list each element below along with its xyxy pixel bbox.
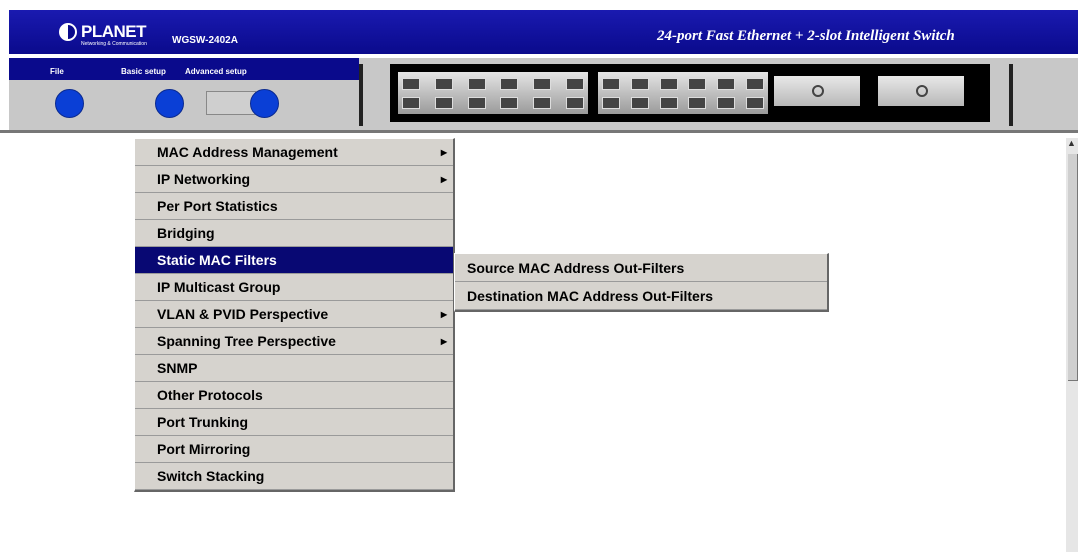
menu-item-label: Spanning Tree Perspective bbox=[157, 333, 336, 349]
menu-item-label: Other Protocols bbox=[157, 387, 263, 403]
toolbar-blank-slot bbox=[206, 91, 256, 115]
basic-setup-menu-label[interactable]: Basic setup bbox=[121, 67, 166, 76]
brand-logo-subtitle: Networking & Communication bbox=[81, 41, 147, 47]
port-icon[interactable] bbox=[500, 96, 519, 109]
port-group-2 bbox=[598, 72, 768, 114]
port-icon[interactable] bbox=[402, 96, 420, 109]
menu-item-label: IP Multicast Group bbox=[157, 279, 281, 295]
toolbar-menu-strip: File Basic setup Advanced setup bbox=[9, 58, 359, 80]
port-icon[interactable] bbox=[659, 77, 678, 90]
advanced-setup-menu-label[interactable]: Advanced setup bbox=[185, 67, 247, 76]
port-icon[interactable] bbox=[565, 96, 584, 109]
switch-front-panel bbox=[390, 64, 990, 122]
port-icon[interactable] bbox=[434, 96, 453, 109]
port-icon[interactable] bbox=[745, 77, 764, 90]
menu-item-label: Switch Stacking bbox=[157, 468, 265, 484]
planet-logo-icon bbox=[59, 23, 77, 41]
port-icon[interactable] bbox=[745, 96, 764, 109]
menu-item-ip-networking[interactable]: IP Networking ▶ bbox=[135, 166, 453, 193]
header-bottom-rule bbox=[0, 130, 1078, 133]
port-icon[interactable] bbox=[467, 77, 486, 90]
module-slot-1[interactable] bbox=[774, 76, 860, 106]
menu-item-vlan-pvid-perspective[interactable]: VLAN & PVID Perspective ▶ bbox=[135, 301, 453, 328]
model-name: WGSW-2402A bbox=[172, 35, 238, 46]
slot-ring-icon bbox=[812, 85, 824, 97]
menu-item-bridging[interactable]: Bridging bbox=[135, 220, 453, 247]
vertical-scrollbar[interactable]: ▲ bbox=[1066, 138, 1078, 552]
port-icon[interactable] bbox=[467, 96, 486, 109]
menu-item-ip-multicast-group[interactable]: IP Multicast Group bbox=[135, 274, 453, 301]
basic-setup-button[interactable] bbox=[155, 89, 184, 118]
submenu-item-source-mac-out-filters[interactable]: Source MAC Address Out-Filters bbox=[455, 254, 827, 282]
menu-item-label: Port Mirroring bbox=[157, 441, 251, 457]
port-icon[interactable] bbox=[602, 77, 620, 90]
menu-item-label: VLAN & PVID Perspective bbox=[157, 306, 329, 322]
menu-item-label: MAC Address Management bbox=[157, 144, 338, 160]
scrollbar-thumb[interactable] bbox=[1068, 154, 1078, 381]
toolbar-divider bbox=[359, 64, 363, 126]
menu-item-label: SNMP bbox=[157, 360, 198, 376]
menu-item-label: Static MAC Filters bbox=[157, 252, 277, 268]
port-icon[interactable] bbox=[533, 77, 552, 90]
port-icon[interactable] bbox=[565, 77, 584, 90]
submenu-item-label: Source MAC Address Out-Filters bbox=[467, 260, 685, 276]
menu-item-label: Per Port Statistics bbox=[157, 198, 278, 214]
menu-item-static-mac-filters[interactable]: Static MAC Filters bbox=[135, 247, 453, 274]
menu-item-other-protocols[interactable]: Other Protocols bbox=[135, 382, 453, 409]
menu-item-snmp[interactable]: SNMP bbox=[135, 355, 453, 382]
menu-item-port-mirroring[interactable]: Port Mirroring bbox=[135, 436, 453, 463]
slot-ring-icon bbox=[916, 85, 928, 97]
menu-item-mac-address-management[interactable]: MAC Address Management ▶ bbox=[135, 139, 453, 166]
static-mac-filters-submenu: Source MAC Address Out-Filters Destinati… bbox=[454, 253, 829, 312]
menu-item-switch-stacking[interactable]: Switch Stacking bbox=[135, 463, 453, 490]
port-icon[interactable] bbox=[533, 96, 552, 109]
port-icon[interactable] bbox=[688, 96, 707, 109]
submenu-item-label: Destination MAC Address Out-Filters bbox=[467, 288, 714, 304]
menu-item-label: Bridging bbox=[157, 225, 215, 241]
port-icon[interactable] bbox=[434, 77, 453, 90]
file-button[interactable] bbox=[55, 89, 84, 118]
advanced-setup-menu: MAC Address Management ▶ IP Networking ▶ P… bbox=[134, 138, 455, 492]
menu-item-label: IP Networking bbox=[157, 171, 251, 187]
port-icon[interactable] bbox=[630, 77, 649, 90]
port-icon[interactable] bbox=[602, 96, 620, 109]
port-icon[interactable] bbox=[688, 77, 707, 90]
menu-item-port-trunking[interactable]: Port Trunking bbox=[135, 409, 453, 436]
triangle-right-icon: ▶ bbox=[440, 337, 447, 346]
file-menu-label[interactable]: File bbox=[50, 67, 64, 76]
module-slot-2[interactable] bbox=[878, 76, 964, 106]
app-header: PLANET Networking & Communication WGSW-2… bbox=[9, 10, 1078, 54]
menu-item-label: Port Trunking bbox=[157, 414, 248, 430]
port-group-1 bbox=[398, 72, 588, 114]
port-icon[interactable] bbox=[717, 77, 736, 90]
toolbar: File Basic setup Advanced setup bbox=[9, 58, 1078, 130]
port-icon[interactable] bbox=[630, 96, 649, 109]
menu-item-per-port-statistics[interactable]: Per Port Statistics bbox=[135, 193, 453, 220]
advanced-setup-button[interactable] bbox=[250, 89, 279, 118]
triangle-right-icon: ▶ bbox=[440, 310, 447, 319]
triangle-right-icon: ▶ bbox=[440, 148, 447, 157]
product-tagline: 24-port Fast Ethernet + 2-slot Intellige… bbox=[657, 28, 955, 44]
port-icon[interactable] bbox=[659, 96, 678, 109]
port-icon[interactable] bbox=[500, 77, 519, 90]
toolbar-divider bbox=[1009, 64, 1013, 126]
brand-logo: PLANET bbox=[81, 22, 147, 41]
menu-item-spanning-tree-perspective[interactable]: Spanning Tree Perspective ▶ bbox=[135, 328, 453, 355]
port-icon[interactable] bbox=[402, 77, 420, 90]
triangle-right-icon: ▶ bbox=[440, 175, 447, 184]
port-icon[interactable] bbox=[717, 96, 736, 109]
submenu-item-destination-mac-out-filters[interactable]: Destination MAC Address Out-Filters bbox=[455, 282, 827, 310]
triangle-up-icon[interactable]: ▲ bbox=[1067, 138, 1076, 148]
